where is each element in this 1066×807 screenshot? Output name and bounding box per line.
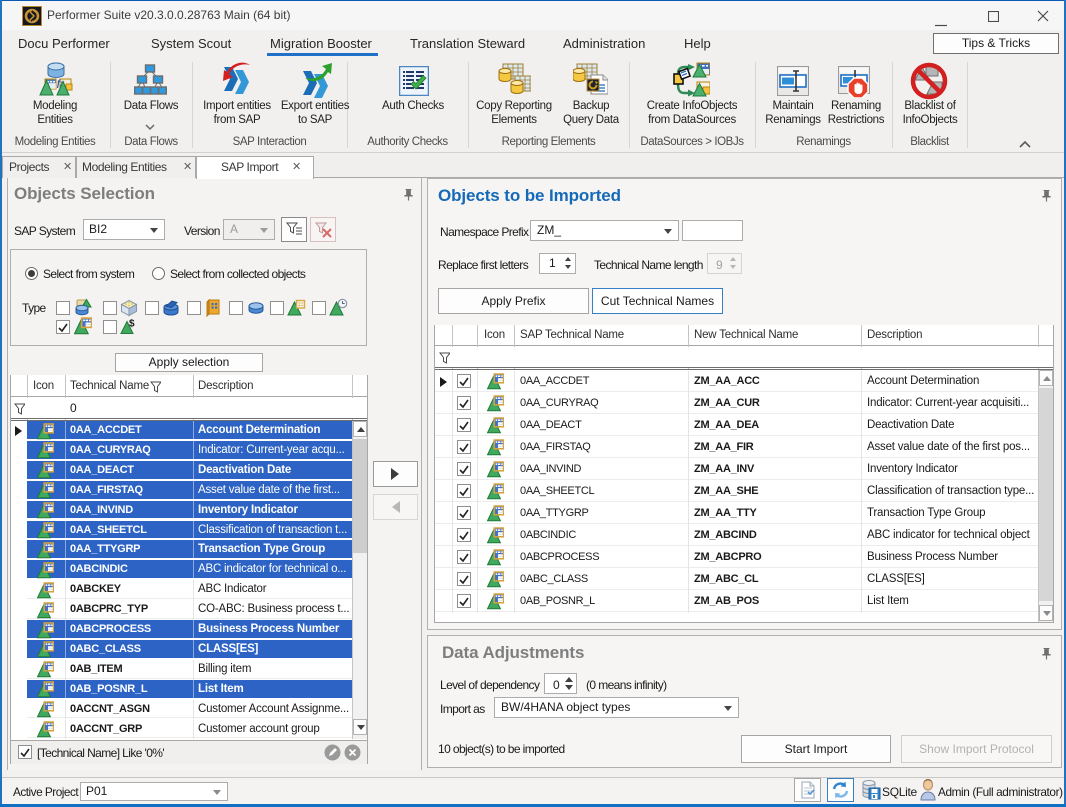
svg-text:$: $ [129, 319, 135, 330]
